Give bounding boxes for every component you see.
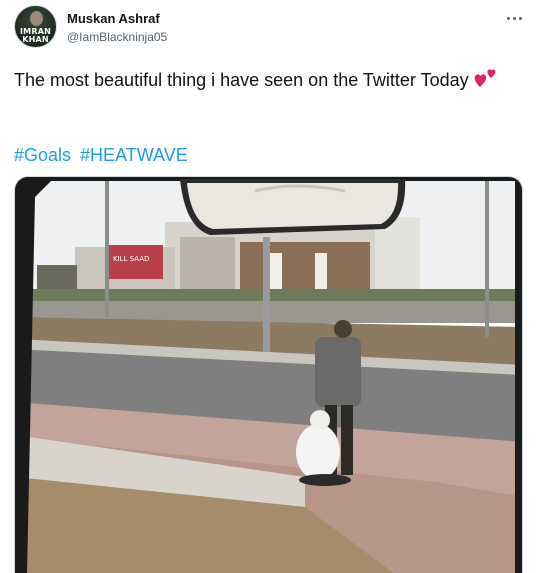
more-horizontal-icon (506, 16, 522, 20)
author-handle[interactable]: @IamBlackninja05 (67, 30, 167, 44)
two-hearts-icon (473, 66, 499, 97)
hashtag-heatwave[interactable]: #HEATWAVE (80, 145, 188, 165)
avatar-face-shape (30, 11, 43, 26)
hashtag-row: #Goals #HEATWAVE (14, 143, 197, 167)
tweet-text: The most beautiful thing i have seen on … (14, 66, 519, 97)
author-name[interactable]: Muskan Ashraf (67, 11, 160, 26)
author-avatar[interactable]: IMRAN KHAN (14, 5, 57, 48)
photo-scene: KILL SAAD (15, 177, 522, 573)
tweet-body: The most beautiful thing i have seen on … (14, 70, 469, 90)
tweet-card[interactable]: IMRAN KHAN Muskan Ashraf @IamBlackninja0… (0, 0, 536, 573)
hashtag-goals[interactable]: #Goals (14, 145, 71, 165)
billboard-text: KILL SAAD (113, 255, 149, 263)
avatar-logo-text: IMRAN KHAN (20, 27, 51, 44)
tweet-photo[interactable]: KILL SAAD (14, 176, 523, 573)
more-options-button[interactable] (500, 8, 528, 28)
